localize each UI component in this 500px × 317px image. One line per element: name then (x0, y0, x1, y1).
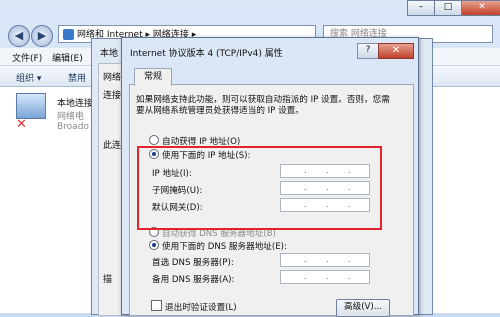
help-button[interactable]: ? (357, 43, 379, 59)
organize-button[interactable]: 组织 ▾ (16, 71, 41, 84)
highlight-box (137, 146, 382, 230)
forward-icon[interactable]: ▶ (31, 25, 53, 47)
alternate-dns-input[interactable]: ... (280, 270, 370, 284)
menu-edit[interactable]: 编辑(E) (52, 51, 83, 64)
connection-name[interactable]: 本地连接 (57, 96, 93, 109)
back-icon[interactable]: ◀ (8, 25, 30, 47)
bg-label-description: 描 (103, 275, 113, 285)
description-text: 如果网络支持此功能，则可以获取自动指派的 IP 设置。否则，您需要从网络系统管理… (136, 95, 390, 116)
dialog-title: Internet 协议版本 4 (TCP/IPv4) 属性 (130, 49, 283, 59)
validate-on-exit-checkbox[interactable]: 退出时验证设置(L) (151, 300, 237, 313)
validate-on-exit-label: 退出时验证设置(L) (165, 303, 237, 313)
disconnected-icon: ✕ (16, 117, 27, 132)
connection-device: Broado (57, 122, 89, 132)
preferred-dns-label: 首选 DNS 服务器(P): (152, 258, 234, 268)
radio-icon (149, 135, 159, 145)
manual-dns-radio[interactable]: 使用下面的 DNS 服务器地址(E): (149, 240, 287, 252)
radio-selected-icon (149, 240, 159, 250)
alternate-dns-label: 备用 DNS 服务器(A): (152, 275, 235, 285)
checkbox-icon (151, 300, 162, 311)
maximize-button[interactable]: □ (434, 0, 462, 16)
tab-general[interactable]: 常规 (134, 68, 172, 86)
bg-label-this-connection: 此连 (103, 141, 122, 151)
minimize-button[interactable]: – (407, 0, 435, 16)
menu-file[interactable]: 文件(F) (12, 51, 42, 64)
dialog-close-button[interactable]: ✕ (378, 43, 414, 59)
auto-dns-label: 自动获得 DNS 服务器地址(B) (162, 229, 276, 239)
connection-status: 网络电 (57, 112, 85, 122)
network-adapter-icon[interactable] (16, 93, 46, 119)
close-button[interactable]: ✕ (461, 0, 500, 16)
bg-tab-network[interactable]: 网络 (103, 70, 121, 83)
advanced-button[interactable]: 高级(V)... (336, 299, 390, 317)
manual-dns-label: 使用下面的 DNS 服务器地址(E): (162, 242, 287, 252)
disable-button[interactable]: 禁用 (68, 71, 86, 84)
bg-label-connect: 连接 (103, 91, 122, 101)
network-folder-icon (63, 29, 74, 40)
preferred-dns-input[interactable]: ... (280, 253, 370, 267)
bg-window-title: 本地 (100, 49, 119, 59)
